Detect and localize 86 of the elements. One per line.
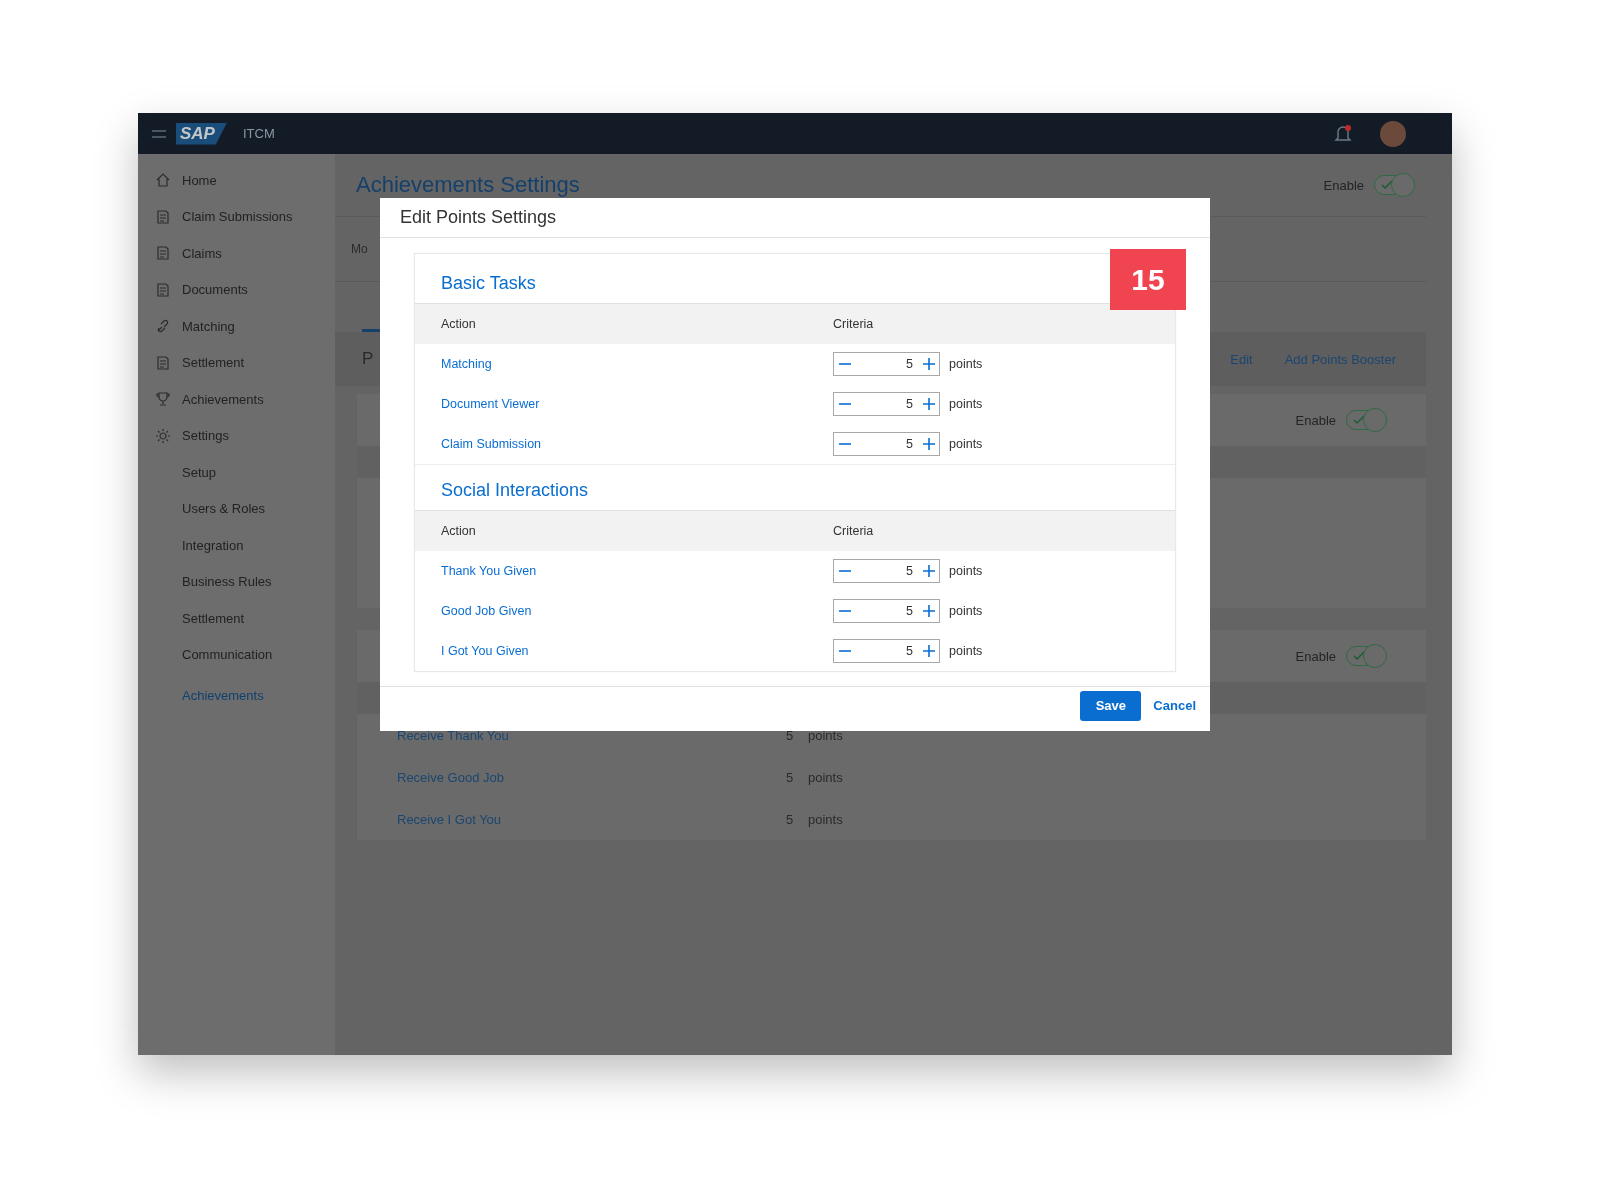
points-value: 5: [786, 727, 795, 743]
toggle-label: Enable: [1295, 412, 1336, 428]
points-value: 5: [786, 811, 795, 827]
action-link[interactable]: Document Viewer: [441, 396, 540, 411]
dialog-title: Edit Points Settings: [400, 206, 557, 228]
save-button[interactable]: Save: [1080, 690, 1142, 721]
check-icon: [1381, 180, 1393, 190]
column-header: Criteria: [833, 523, 874, 538]
minus-icon[interactable]: [839, 442, 851, 445]
avatar[interactable]: [1380, 120, 1406, 147]
step-input[interactable]: 5: [833, 351, 940, 376]
cancel-button[interactable]: Cancel: [1153, 698, 1196, 714]
nav-item[interactable]: Claim Submissions: [138, 198, 335, 235]
action-link[interactable]: Good Job Given: [441, 603, 532, 618]
column-header: Action: [440, 316, 477, 331]
product-name: ITCM: [242, 126, 275, 141]
action-link[interactable]: I Got You Given: [441, 643, 529, 658]
page-title: Achievements Settings: [356, 172, 580, 198]
step-input[interactable]: 5: [833, 391, 940, 416]
toggle-switch[interactable]: [1374, 175, 1412, 195]
action-link[interactable]: Matching: [441, 356, 492, 371]
unit-label: points: [808, 811, 843, 827]
section-title: Social Interactions: [441, 479, 589, 501]
logo[interactable]: SAP: [176, 122, 227, 145]
subtitle: Mo: [351, 242, 368, 256]
unit-label: points: [949, 603, 983, 618]
gear-icon: [156, 428, 170, 443]
nav-item[interactable]: Achievements: [138, 677, 335, 714]
unit-label: points: [949, 396, 983, 411]
unit-label: points: [949, 436, 983, 451]
document-icon: [156, 282, 170, 297]
unit-label: points: [949, 356, 983, 371]
unit-label: points: [808, 727, 843, 743]
nav-item[interactable]: Settings: [138, 417, 335, 454]
plus-icon[interactable]: [923, 437, 935, 450]
column-header: Criteria: [833, 316, 874, 331]
plus-icon[interactable]: [923, 564, 935, 577]
trophy-icon: [156, 392, 170, 407]
nav-item[interactable]: Home: [138, 162, 335, 199]
link-icon: [156, 319, 170, 334]
toggle-label: Enable: [1323, 177, 1364, 193]
nav-item[interactable]: Business Rules: [138, 563, 335, 600]
minus-icon[interactable]: [839, 569, 851, 572]
unit-label: points: [949, 563, 983, 578]
plus-icon[interactable]: [923, 644, 935, 657]
points-value: 5: [786, 769, 795, 785]
toggle-label: Enable: [1295, 648, 1336, 664]
bell-icon[interactable]: [1334, 123, 1352, 144]
unit-label: points: [808, 769, 843, 785]
minus-icon[interactable]: [839, 362, 851, 365]
plus-icon[interactable]: [923, 397, 935, 410]
nav-item[interactable]: Documents: [138, 271, 335, 308]
plus-icon[interactable]: [923, 604, 935, 617]
toggle-switch[interactable]: [1346, 410, 1384, 430]
toggle-switch[interactable]: [1346, 646, 1384, 666]
menu-icon[interactable]: [152, 128, 166, 139]
step-input[interactable]: 5: [833, 638, 940, 663]
nav-item[interactable]: Matching: [138, 308, 335, 345]
minus-icon[interactable]: [839, 649, 851, 652]
nav-item[interactable]: Claims: [138, 235, 335, 272]
nav-item[interactable]: Communication: [138, 636, 335, 673]
nav-item[interactable]: Settlement: [138, 600, 335, 637]
nav-item[interactable]: Integration: [138, 527, 335, 564]
minus-icon[interactable]: [839, 609, 851, 612]
column-header: Action: [440, 523, 477, 538]
unit-label: points: [949, 643, 983, 658]
home-icon: [156, 173, 170, 188]
nav-item[interactable]: Setup: [138, 454, 335, 491]
action-link[interactable]: Receive Thank You: [397, 727, 786, 743]
check-icon: [1353, 651, 1365, 661]
plus-icon[interactable]: [923, 357, 935, 370]
action-link[interactable]: Receive Good Job: [397, 769, 786, 785]
check-icon: [1353, 415, 1365, 425]
nav-item[interactable]: Achievements: [138, 381, 335, 418]
action-link[interactable]: Receive I Got You: [397, 811, 786, 827]
step-input[interactable]: 5: [833, 558, 940, 583]
step-badge: 15: [1110, 249, 1186, 310]
step-input[interactable]: 5: [833, 431, 940, 456]
action-link[interactable]: Claim Submission: [441, 436, 542, 451]
nav-item[interactable]: Settlement: [138, 344, 335, 381]
minus-icon[interactable]: [839, 402, 851, 405]
action-link[interactable]: Thank You Given: [441, 563, 537, 578]
step-input[interactable]: 5: [833, 598, 940, 623]
section-title: Basic Tasks: [441, 272, 536, 294]
document-icon: [156, 246, 170, 261]
nav-item[interactable]: Users & Roles: [138, 490, 335, 527]
